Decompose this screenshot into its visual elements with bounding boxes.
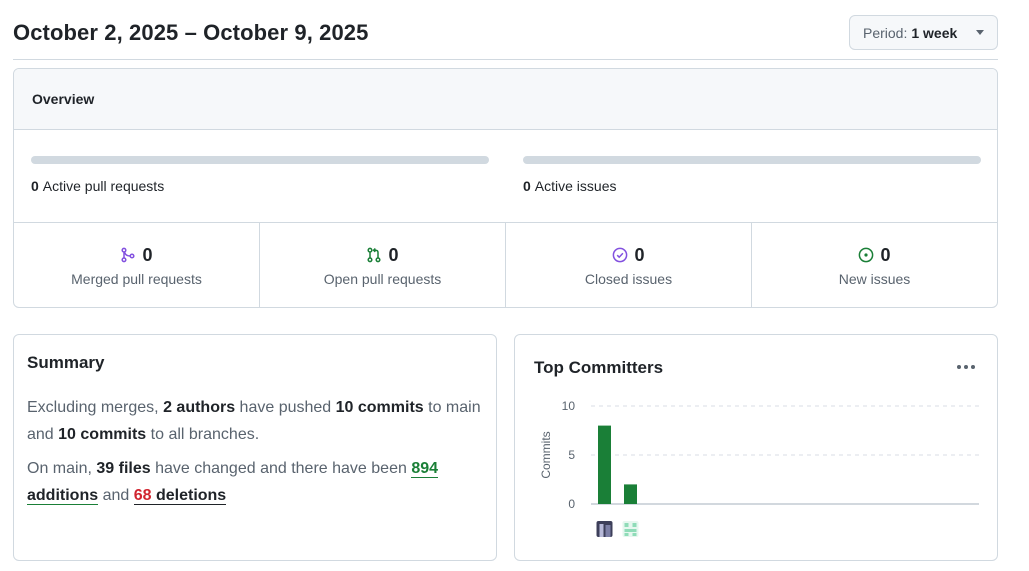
summary-panel: Summary Excluding merges, 2 authors have… [13,334,497,561]
active-pull-requests: 0 Active pull requests [31,156,489,194]
summary-files: 39 files [96,460,151,477]
deletions-label: deletions [155,487,227,504]
active-issues-bar [523,156,981,164]
stat-closed-issues[interactable]: 0 Closed issues [506,223,752,307]
summary-text: On main, [27,460,92,477]
open-pull-requests-label: Open pull requests [323,270,442,287]
y-axis-label: Commits [539,431,553,478]
page-header: October 2, 2025 – October 9, 2025 Period… [13,0,998,60]
active-issues-count: 0 [523,178,531,194]
stat-open-pull-requests[interactable]: 0 Open pull requests [260,223,506,307]
summary-text: and [102,487,130,504]
deletions-count: 68 [133,487,152,504]
active-pull-requests-label[interactable]: 0 Active pull requests [31,178,489,194]
summary-text: have changed and there have been [155,460,407,477]
active-pull-requests-text: Active pull requests [42,178,165,194]
triangle-down-icon [976,30,984,35]
summary-commits-text: Excluding merges, 2 authors have pushed … [27,394,483,448]
summary-text: have pushed [239,399,332,416]
issue-opened-icon [858,247,874,263]
pulse-page: October 2, 2025 – October 9, 2025 Period… [0,0,1029,571]
new-issues-label: New issues [838,270,911,287]
summary-authors: 2 authors [163,399,236,416]
merged-pull-requests-count: 0 [142,244,153,265]
stat-new-issues[interactable]: 0 New issues [752,223,997,307]
closed-issues-label: Closed issues [584,270,673,287]
active-pull-requests-bar [31,156,489,164]
git-pull-request-icon [366,247,382,263]
overview-title: Overview [14,69,997,130]
git-merge-icon [120,247,136,263]
bar-committer-2 [624,484,637,504]
summary-commits-all: 10 commits [58,426,147,443]
active-issues: 0 Active issues [523,156,981,194]
top-committers-chart: 0 5 10 Commits [539,399,979,537]
summary-commits-main: 10 commits [335,399,424,416]
summary-changes-text: On main, 39 files have changed and there… [27,455,483,509]
y-tick-label: 10 [562,399,576,413]
period-select-button[interactable]: Period: 1 week [849,15,998,50]
top-committers-panel: Top Committers 0 5 10 Commits [514,334,998,561]
additions-count: 894 [411,460,439,477]
overview-panel: Overview 0 Active pull requests 0 Active i… [13,68,998,308]
active-pull-requests-count: 0 [31,178,39,194]
bar-committer-1 [598,425,611,504]
open-pull-requests-count: 0 [388,244,399,265]
period-prefix: Period: [863,24,908,41]
summary-text: to all branches. [150,426,260,443]
closed-issues-count: 0 [634,244,645,265]
summary-text: Excluding merges, [27,399,159,416]
overview-stats-row: 0 Merged pull requests 0 Open pull reque… [14,223,997,307]
avatar-committer-1[interactable] [596,521,613,537]
merged-pull-requests-label: Merged pull requests [71,270,202,287]
issue-closed-icon [612,247,628,263]
active-issues-text: Active issues [534,178,617,194]
new-issues-count: 0 [880,244,891,265]
y-tick-label: 0 [568,497,575,511]
deletions-link[interactable]: 68 deletions [133,487,227,505]
summary-title: Summary [27,353,105,372]
avatar-committer-2[interactable] [622,521,639,537]
additions-label: additions [27,487,99,504]
overview-progress-row: 0 Active pull requests 0 Active issues [14,130,997,223]
period-value: 1 week [911,24,958,41]
stat-merged-pull-requests[interactable]: 0 Merged pull requests [14,223,260,307]
date-range-title: October 2, 2025 – October 9, 2025 [13,20,369,45]
active-issues-label[interactable]: 0 Active issues [523,178,981,194]
y-tick-label: 5 [568,448,575,462]
